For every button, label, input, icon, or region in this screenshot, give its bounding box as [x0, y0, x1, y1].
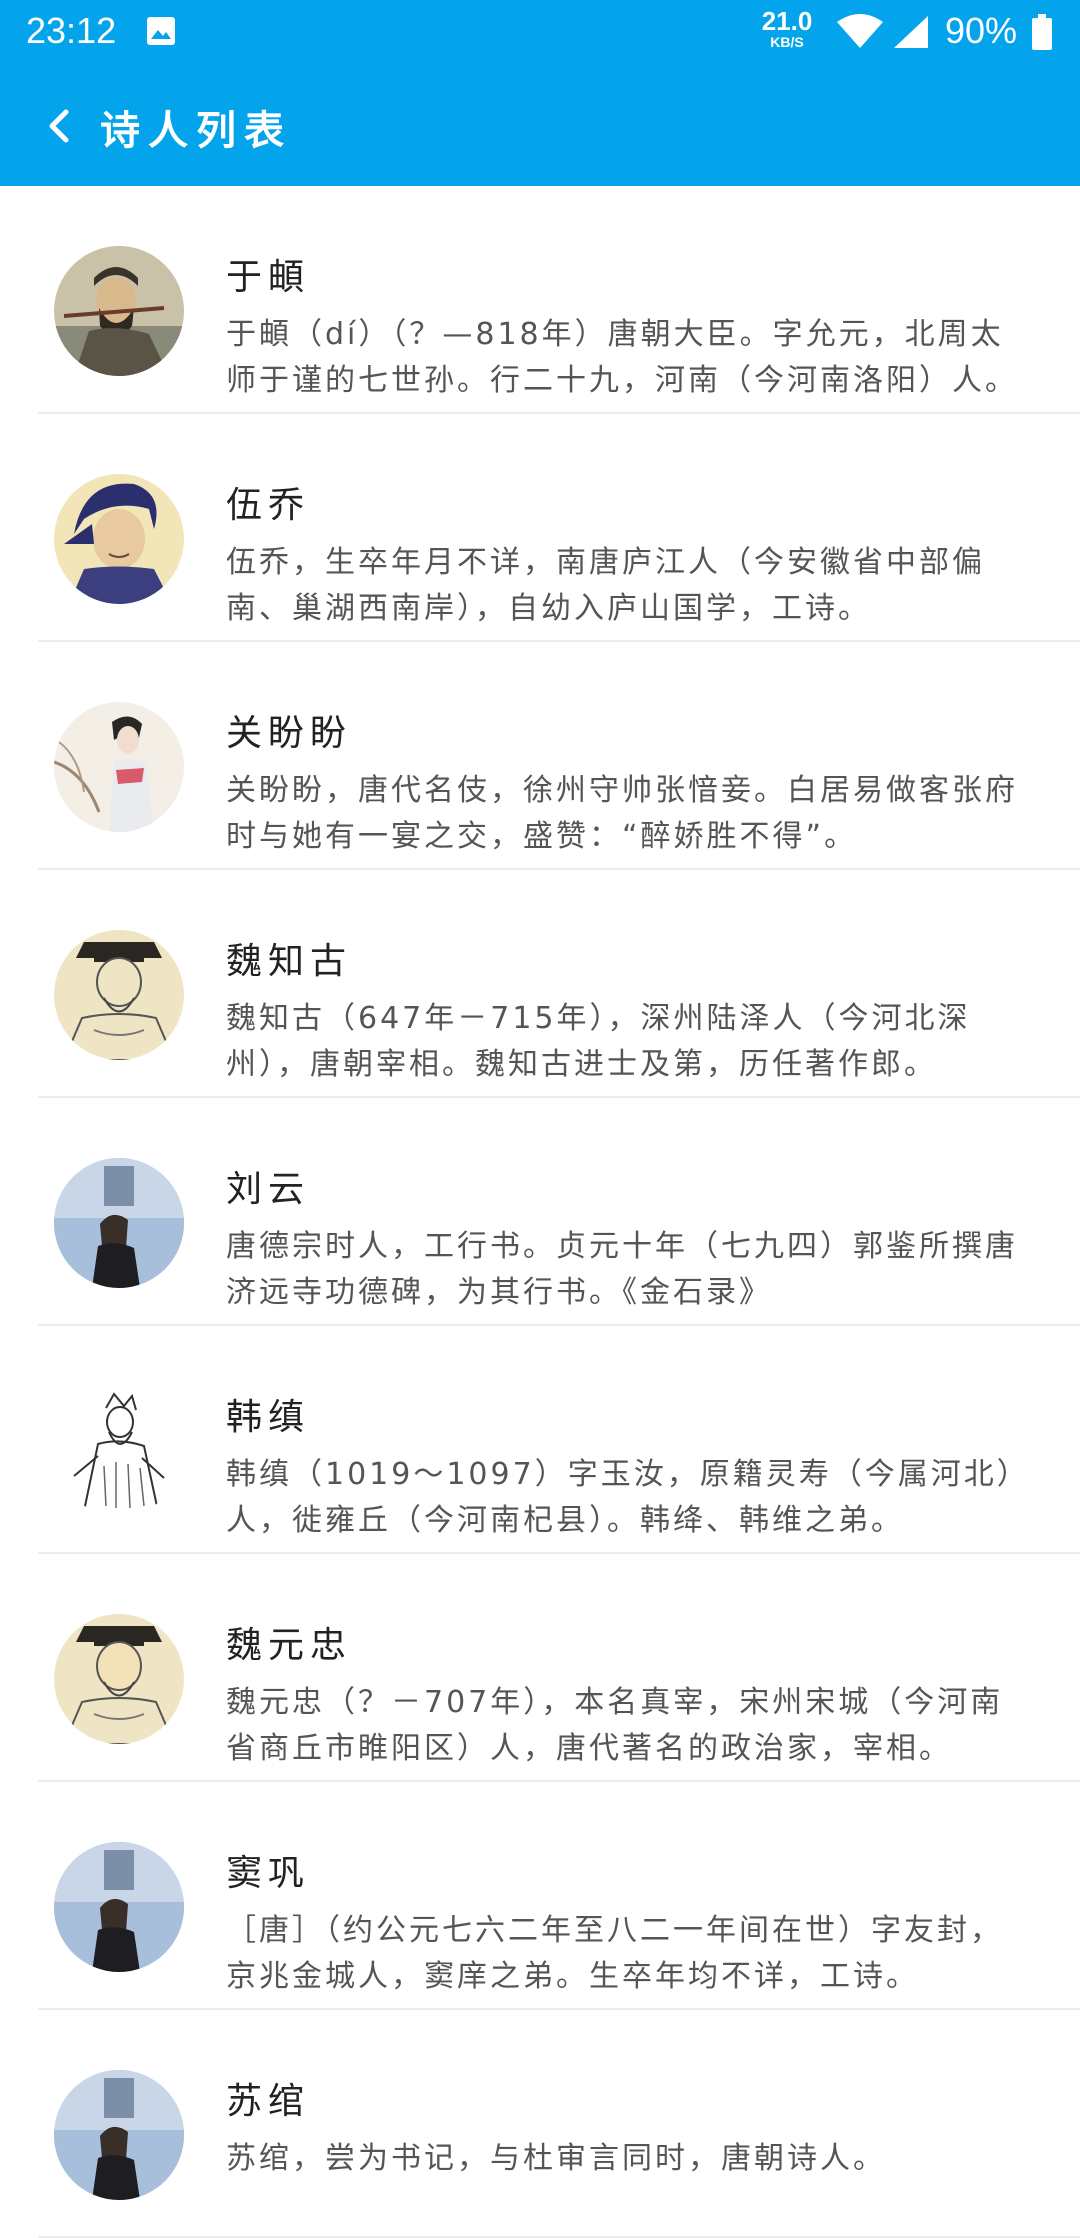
poet-name: 伍乔 [226, 485, 311, 526]
signal-icon [894, 16, 928, 48]
poet-bio: 韩缜（1019～1097）字玉汝，原籍灵寿（今属河北）人，徙雍丘（今河南杞县）。… [226, 1457, 1015, 1538]
poet-list-item[interactable]: 魏知古 魏知古（647年－715年），深州陆泽人（今河北深州），唐朝宰相。魏知古… [0, 870, 1080, 1098]
poet-avatar [54, 1158, 184, 1288]
poet-avatar [54, 930, 184, 1060]
poet-name: 魏元忠 [226, 1625, 353, 1666]
poet-list-item[interactable]: 苏绾 苏绾，尝为书记，与杜审言同时，唐朝诗人。 [0, 2010, 1080, 2238]
network-speed-unit: KB/S [770, 34, 804, 50]
poet-avatar [54, 2070, 184, 2200]
chevron-left-icon[interactable] [40, 104, 80, 148]
poet-list: 于頔 于頔（dí）（？—818年）唐朝大臣。字允元，北周太师于谨的七世孙。行二十… [0, 186, 1080, 2238]
poet-avatar [54, 246, 184, 376]
battery-icon [1032, 14, 1052, 50]
poet-name: 关盼盼 [226, 713, 353, 754]
poet-avatar [54, 1386, 184, 1516]
poet-bio: 魏元忠（？－707年），本名真宰，宋州宋城（今河南省商丘市睢阳区）人，唐代著名的… [226, 1685, 1004, 1766]
poet-list-item[interactable]: 于頔 于頔（dí）（？—818年）唐朝大臣。字允元，北周太师于谨的七世孙。行二十… [0, 186, 1080, 414]
poet-list-item[interactable]: 刘云 唐德宗时人，工行书。贞元十年（七九四）郭鉴所撰唐济远寺功德碑，为其行书。《… [0, 1098, 1080, 1326]
poet-name: 韩缜 [226, 1397, 311, 1438]
poet-list-item[interactable]: 关盼盼 关盼盼，唐代名伎，徐州守帅张愔妾。白居易做客张府时与她有一宴之交，盛赞：… [0, 642, 1080, 870]
poet-name: 刘云 [226, 1169, 311, 1210]
poet-list-item[interactable]: 窦巩 ［唐］（约公元七六二年至八二一年间在世）字友封，京兆金城人，窦庠之弟。生卒… [0, 1782, 1080, 2010]
poet-bio: 魏知古（647年－715年），深州陆泽人（今河北深州），唐朝宰相。魏知古进士及第… [226, 1001, 971, 1082]
battery-percent: 90% [945, 10, 1018, 51]
poet-name: 窦巩 [226, 1853, 311, 1894]
network-speed: 21.0 KB/S [756, 8, 818, 49]
app-bar: 诗人列表 [0, 64, 1080, 186]
poet-bio: 于頔（dí）（？—818年）唐朝大臣。字允元，北周太师于谨的七世孙。行二十九，河… [226, 317, 1018, 398]
status-time: 23:12 [26, 10, 117, 51]
poet-name: 于頔 [226, 257, 311, 298]
poet-bio: ［唐］（约公元七六二年至八二一年间在世）字友封，京兆金城人，窦庠之弟。生卒年均不… [226, 1913, 1003, 1994]
poet-list-item[interactable]: 伍乔 伍乔，生卒年月不详，南唐庐江人（今安徽省中部偏南、巢湖西南岸），自幼入庐山… [0, 414, 1080, 642]
poet-avatar [54, 702, 184, 832]
status-bar: 23:12 21.0 KB/S 90% [0, 0, 1080, 64]
poet-avatar [54, 474, 184, 604]
poet-bio: 苏绾，尝为书记，与杜审言同时，唐朝诗人。 [226, 2141, 886, 2176]
poet-list-item[interactable]: 魏元忠 魏元忠（？－707年），本名真宰，宋州宋城（今河南省商丘市睢阳区）人，唐… [0, 1554, 1080, 1782]
gallery-icon [147, 17, 175, 45]
poet-name: 魏知古 [226, 941, 353, 982]
poet-bio: 伍乔，生卒年月不详，南唐庐江人（今安徽省中部偏南、巢湖西南岸），自幼入庐山国学，… [226, 545, 985, 626]
poet-list-item[interactable]: 韩缜 韩缜（1019～1097）字玉汝，原籍灵寿（今属河北）人，徙雍丘（今河南杞… [0, 1326, 1080, 1554]
poet-avatar [54, 1614, 184, 1744]
poet-avatar [54, 1842, 184, 1972]
poet-bio: 唐德宗时人，工行书。贞元十年（七九四）郭鉴所撰唐济远寺功德碑，为其行书。《金石录… [226, 1229, 1018, 1310]
network-speed-value: 21.0 [761, 6, 813, 36]
poet-name: 苏绾 [226, 2081, 311, 2122]
poet-bio: 关盼盼，唐代名伎，徐州守帅张愔妾。白居易做客张府时与她有一宴之交，盛赞：“醉娇胜… [226, 773, 1018, 854]
page-title: 诗人列表 [100, 108, 292, 154]
wifi-icon [837, 14, 883, 48]
